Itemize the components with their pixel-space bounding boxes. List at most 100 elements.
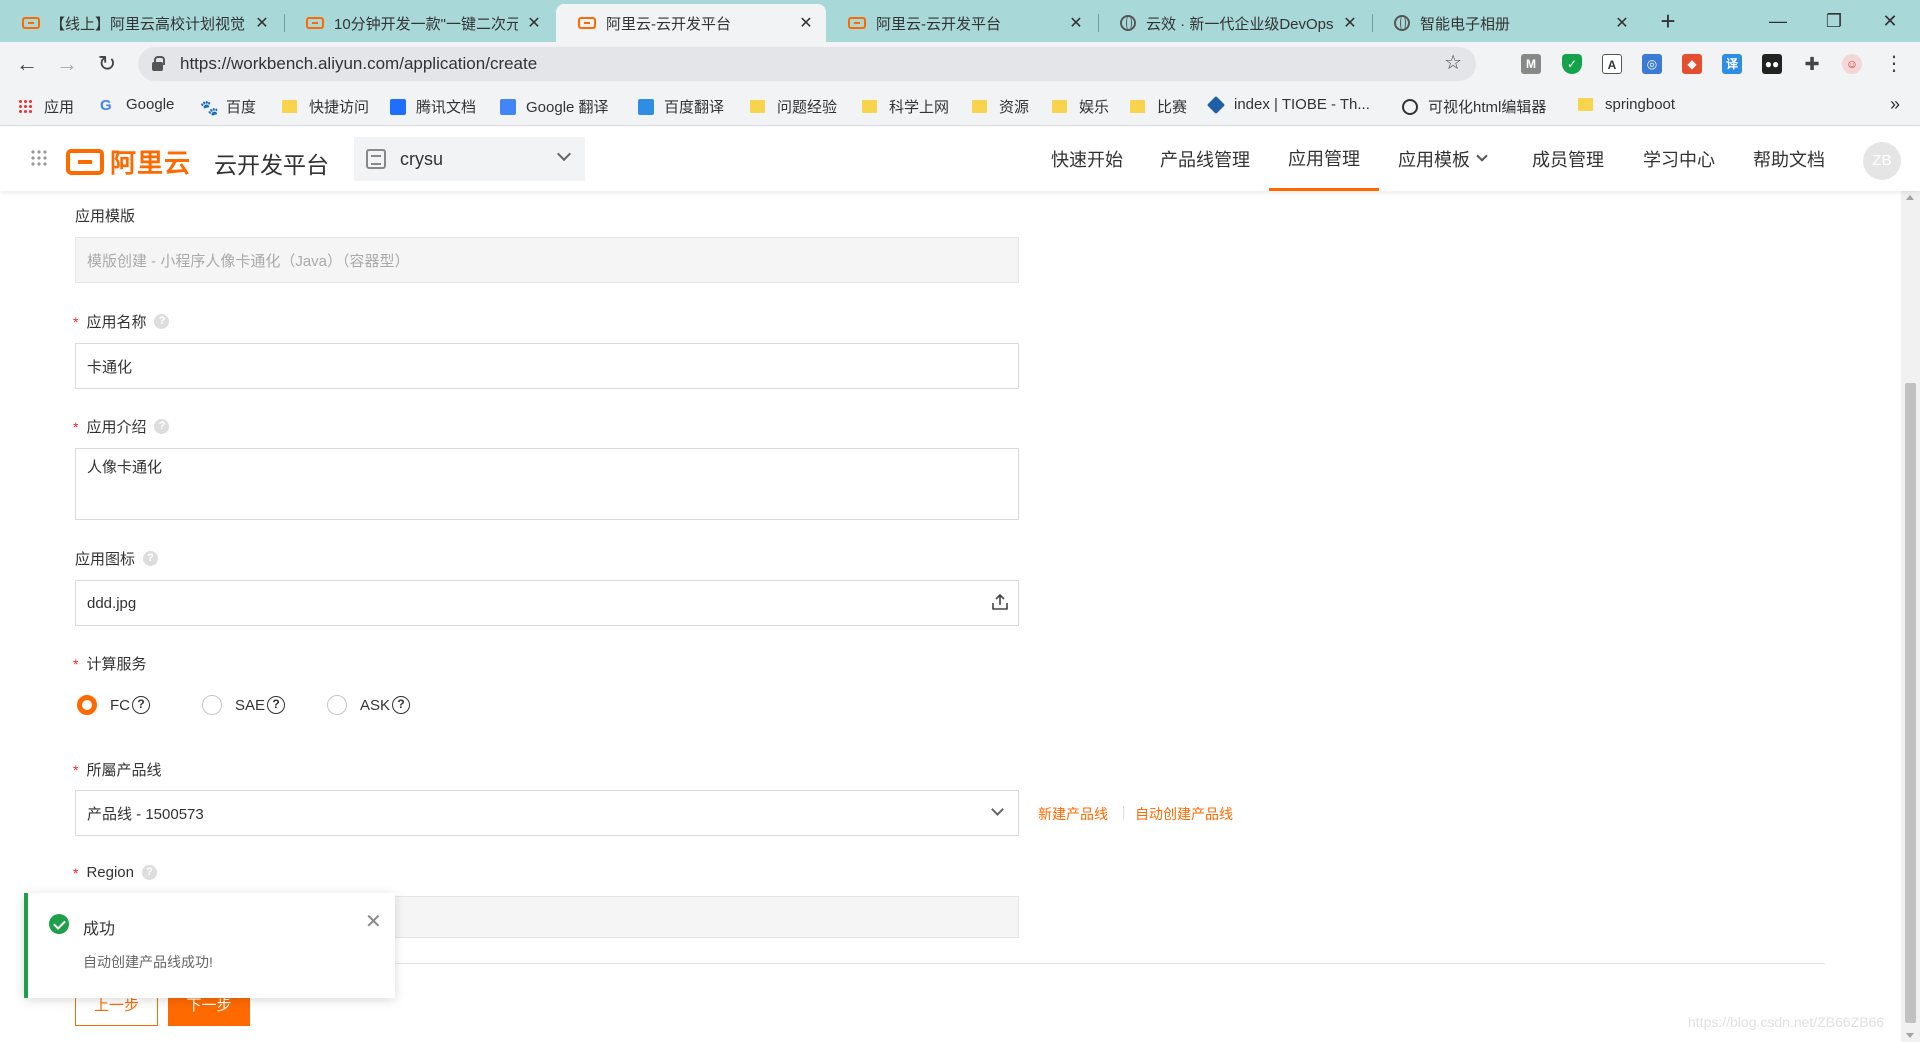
close-icon[interactable]: ✕ (526, 13, 542, 33)
folder-icon (862, 100, 877, 113)
bookmark-google[interactable]: G Google (100, 96, 174, 114)
avatar[interactable]: ZB (1863, 142, 1901, 180)
scrollbar-thumb[interactable] (1905, 383, 1916, 1023)
more-bookmarks-icon[interactable]: » (1890, 94, 1900, 115)
bookmark-folder[interactable]: 资源 (972, 96, 1029, 117)
chevron-down-icon (556, 146, 572, 162)
gmail-extension-icon[interactable]: M (1521, 54, 1541, 74)
help-icon[interactable]: ? (142, 865, 157, 880)
nav-members[interactable]: 成员管理 (1532, 127, 1604, 191)
compute-label: * 计算服务 (73, 655, 147, 674)
bookmark-folder[interactable]: 科学上网 (862, 96, 949, 117)
browser-tab[interactable]: 阿里云-云开发平台 ✕ (826, 4, 1096, 42)
auto-create-productline-link[interactable]: 自动创建产品线 (1135, 804, 1233, 824)
minimize-icon[interactable]: — (1755, 4, 1801, 38)
forward-arrow-icon[interactable]: → (53, 50, 81, 78)
globe-icon (1402, 98, 1418, 115)
nav-learning[interactable]: 学习中心 (1643, 127, 1715, 191)
upload-icon[interactable] (990, 592, 1010, 612)
address-bar[interactable]: https://workbench.aliyun.com/application… (138, 47, 1476, 81)
help-icon[interactable]: ? (154, 419, 170, 434)
close-icon[interactable]: ✕ (1068, 13, 1084, 33)
bookmark-folder[interactable]: springboot (1578, 96, 1675, 113)
browser-tab[interactable]: 10分钟开发一款"一键二次元 ✕ (284, 4, 554, 42)
close-icon[interactable]: ✕ (1614, 13, 1630, 33)
bookmark-apps[interactable]: 应用 (18, 96, 74, 117)
bookmark-star-icon[interactable]: ☆ (1444, 50, 1462, 75)
app-grid-icon[interactable] (30, 149, 48, 167)
bookmark-baidu-translate[interactable]: 百度翻译 (638, 96, 724, 117)
folder-icon (1052, 100, 1067, 113)
close-icon[interactable]: ✕ (254, 13, 270, 33)
diamond-icon (1206, 95, 1226, 114)
nav-product-line[interactable]: 产品线管理 (1160, 127, 1250, 191)
chevron-down-icon (1476, 150, 1488, 162)
question-circle-icon[interactable]: ? (267, 696, 286, 714)
new-tab-plus-icon[interactable]: + (1652, 6, 1684, 38)
profile-avatar-icon[interactable]: ☺ (1842, 54, 1862, 74)
close-icon[interactable]: ✕ (1342, 13, 1358, 33)
shield-extension-icon[interactable]: ✓ (1562, 54, 1582, 74)
help-icon[interactable]: ? (154, 314, 170, 329)
bookmark-tiobe[interactable]: index | TIOBE - Th... (1206, 95, 1370, 114)
bookmark-folder[interactable]: 娱乐 (1052, 96, 1109, 117)
aliyun-favicon-icon (306, 17, 324, 29)
bookmark-google-translate[interactable]: Google 翻译 (500, 96, 609, 117)
new-productline-link[interactable]: 新建产品线 (1038, 804, 1108, 824)
browser-toolbar: ← → ↻ https://workbench.aliyun.com/appli… (0, 42, 1920, 86)
rss-extension-icon[interactable]: ◆ (1682, 54, 1702, 74)
app-icon-label: 应用图标 ? (75, 548, 159, 569)
folder-icon (1578, 98, 1593, 111)
template-label: 应用模版 (75, 208, 136, 225)
menu-dots-icon[interactable]: ⋮ (1880, 50, 1908, 78)
nav-app-templates[interactable]: 应用模板 (1398, 127, 1488, 191)
question-circle-icon[interactable]: ? (392, 696, 411, 714)
aliyun-favicon-icon (578, 17, 596, 29)
reload-icon[interactable]: ↻ (93, 50, 121, 78)
tampermonkey-extension-icon[interactable]: ●● (1762, 54, 1782, 74)
google-translate-icon (500, 98, 516, 115)
nav-help-docs[interactable]: 帮助文档 (1753, 127, 1825, 191)
app-intro-textarea[interactable]: 人像卡通化 (75, 448, 1019, 520)
check-circle-icon (49, 914, 69, 934)
bookmark-folder[interactable]: 问题经验 (750, 96, 837, 117)
radio-fc[interactable]: FC ? (77, 695, 150, 715)
google-icon: G (100, 96, 112, 114)
chevron-down-icon (991, 803, 1004, 816)
browser-tab[interactable]: 智能电子相册 ✕ (1372, 4, 1642, 42)
app-name-label: * 应用名称 ? (73, 311, 170, 332)
project-select[interactable]: crysu (354, 137, 585, 181)
font-extension-icon[interactable]: A (1602, 54, 1622, 74)
question-circle-icon[interactable]: ? (132, 696, 150, 714)
baidu-paw-icon: 🐾 (200, 99, 219, 117)
bookmark-folder[interactable]: 比赛 (1130, 96, 1187, 117)
app-name-input[interactable]: 卡通化 (75, 343, 1019, 389)
browser-extension-icon[interactable]: ◎ (1642, 54, 1662, 74)
bookmark-tencent-docs[interactable]: 腾讯文档 (390, 96, 476, 117)
app-header: 阿里云 云开发平台 crysu 快速开始 产品线管理 应用管理 应用模板 成员管… (0, 127, 1920, 191)
browser-tab-active[interactable]: 阿里云-云开发平台 ✕ (556, 4, 826, 42)
lock-icon (152, 55, 165, 71)
radio-ask[interactable]: ASK ? (327, 695, 411, 715)
nav-quick-start[interactable]: 快速开始 (1051, 127, 1123, 191)
bookmark-folder[interactable]: 快捷访问 (282, 96, 369, 117)
bookmark-html-editor[interactable]: 可视化html编辑器 (1402, 96, 1546, 117)
puzzle-extensions-icon[interactable]: ✚ (1802, 54, 1822, 74)
browser-tab[interactable]: 【线上】阿里云高校计划视觉 ✕ (0, 4, 282, 42)
productline-label: * 所屬产品线 (73, 761, 162, 780)
app-icon-upload[interactable]: ddd.jpg (75, 580, 1019, 626)
window-close-icon[interactable]: ✕ (1867, 4, 1913, 38)
restore-icon[interactable]: ❐ (1811, 4, 1857, 38)
browser-tab[interactable]: 云效 · 新一代企业级DevOps ✕ (1098, 4, 1370, 42)
radio-sae[interactable]: SAE ? (202, 695, 286, 715)
close-icon[interactable]: ✕ (798, 13, 814, 33)
back-arrow-icon[interactable]: ← (13, 50, 41, 78)
aliyun-logo[interactable]: 阿里云 (66, 143, 191, 180)
translate-extension-icon[interactable]: 译 (1722, 54, 1742, 74)
close-icon[interactable]: ✕ (365, 909, 382, 934)
help-icon[interactable]: ? (143, 551, 159, 566)
productline-select[interactable]: 产品线 - 1500573 (75, 790, 1019, 836)
page-scrollbar[interactable] (1901, 191, 1920, 1042)
bookmark-baidu[interactable]: 🐾 百度 (200, 96, 256, 117)
nav-app-management[interactable]: 应用管理 (1269, 127, 1379, 191)
